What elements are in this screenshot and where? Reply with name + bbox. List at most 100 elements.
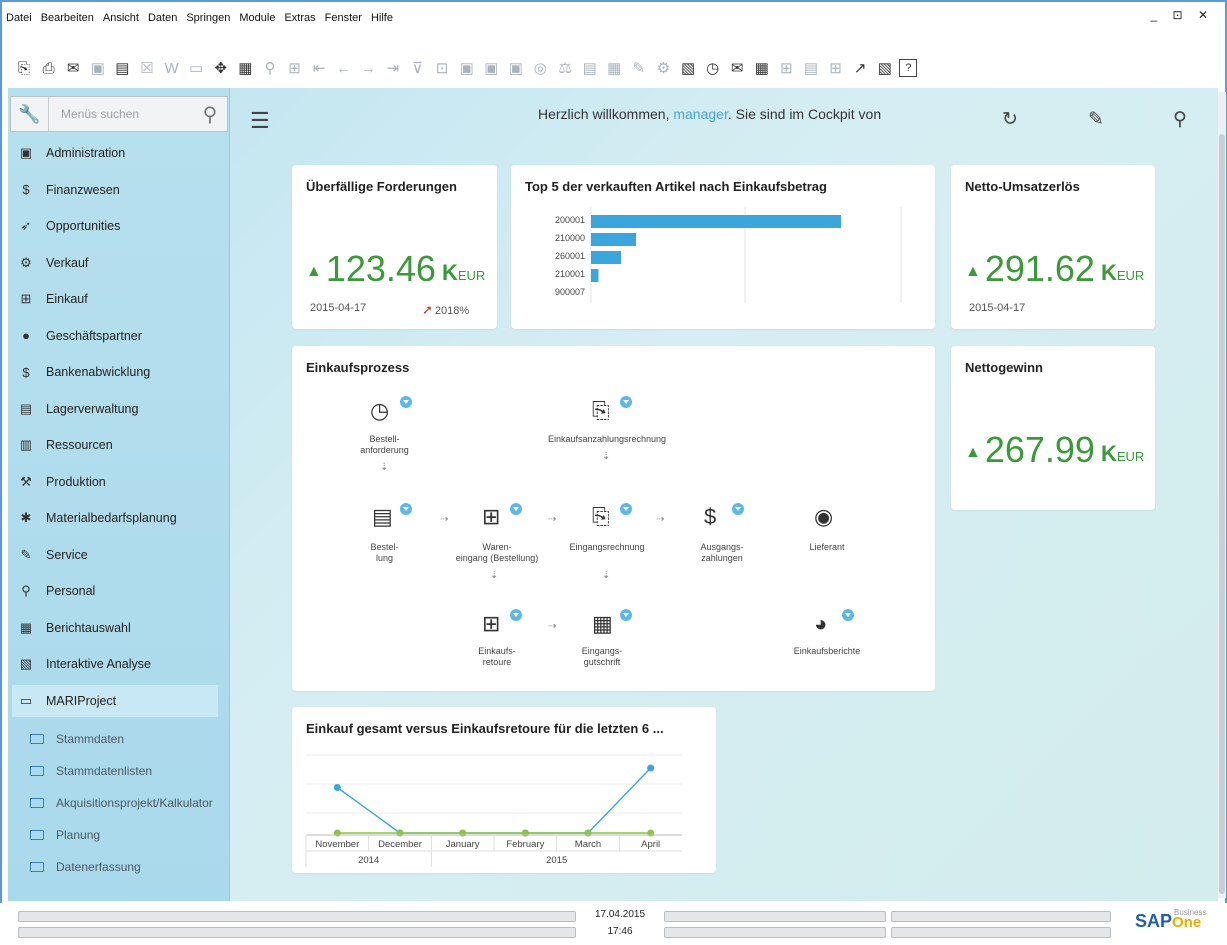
add-icon[interactable]: ⊞ xyxy=(285,58,305,78)
sidebar-item-produktion[interactable]: ⚒ Produktion xyxy=(12,466,218,498)
downpayment-invoice-icon[interactable]: ⎘ xyxy=(592,398,610,424)
node-downpayment-invoice[interactable]: Einkaufsanzahlungsrechnung xyxy=(532,434,682,445)
node-ap-invoice[interactable]: Eingangsrechnung xyxy=(552,542,662,553)
search-icon[interactable]: ⚲ xyxy=(193,102,227,127)
dropdown-badge-icon[interactable] xyxy=(620,396,632,408)
analysis-icon[interactable]: ▧ xyxy=(875,58,895,78)
alert-icon[interactable]: ◷ xyxy=(703,58,723,78)
form-settings-icon[interactable]: ▦ xyxy=(235,58,255,78)
window-controls[interactable]: _ ⊡ ✕ xyxy=(1151,8,1214,22)
refresh-icon[interactable]: ↻ xyxy=(1002,108,1018,131)
node-purchase-order[interactable]: Bestel-lung xyxy=(352,542,417,564)
sidebar-item-finanzwesen[interactable]: $ Finanzwesen xyxy=(12,174,218,206)
outgoing-payment-icon[interactable]: $ xyxy=(704,504,716,530)
vendor-person-icon[interactable]: ◉ xyxy=(814,504,833,530)
base-document-icon[interactable]: ▣ xyxy=(457,58,477,78)
chart-icon[interactable]: ↗ xyxy=(850,58,870,78)
card-net-sales[interactable]: Netto-Umsatzerlös ▲ 291.62 K EUR 2015-04… xyxy=(951,165,1155,329)
goods-return-cart-icon[interactable]: ⊞ xyxy=(482,611,500,637)
menu-daten[interactable]: Daten xyxy=(148,12,177,24)
pencil-icon[interactable]: ✎ xyxy=(1088,108,1104,131)
goods-receipt-cart-icon[interactable]: ⊞ xyxy=(482,504,500,530)
sidebar-item-einkauf[interactable]: ⊞ Einkauf xyxy=(12,283,218,315)
sidebar-item-mariproject[interactable]: ▭ MARIProject xyxy=(12,684,218,717)
sidebar-item-verkauf[interactable]: ⚙ Verkauf xyxy=(12,247,218,279)
help-icon[interactable]: ? xyxy=(899,59,918,77)
menu-hilfe[interactable]: Hilfe xyxy=(371,12,393,24)
sidebar-item-administration[interactable]: ▣ Administration xyxy=(12,137,218,169)
sidebar-item-ressourcen[interactable]: ▥ Ressourcen xyxy=(12,429,218,461)
purchase-order-icon[interactable]: ▤ xyxy=(372,504,393,530)
search-input[interactable]: Menüs suchen xyxy=(49,107,193,121)
move-icon[interactable]: ✥ xyxy=(211,58,231,78)
menu-extras[interactable]: Extras xyxy=(284,12,315,24)
org-chart-icon[interactable]: ⊞ xyxy=(776,58,796,78)
excel-icon[interactable]: ☒ xyxy=(137,58,157,78)
calculator-icon[interactable]: ▦ xyxy=(752,58,772,78)
card-overdue-receivables[interactable]: Überfällige Forderungen ▲ 123.46 K EUR 2… xyxy=(292,165,497,329)
sidebar-subitem-stammdatenlisten[interactable]: Stammdatenlisten xyxy=(30,757,152,785)
sidebar-item-materialbedarfsplanung[interactable]: ✱ Materialbedarfsplanung xyxy=(12,502,218,534)
credit-memo-icon[interactable]: ▦ xyxy=(592,611,613,637)
node-outgoing-payments[interactable]: Ausgangs-zahlungen xyxy=(677,542,767,564)
next-record-icon[interactable]: → xyxy=(358,58,378,78)
node-purchase-request[interactable]: Bestell-anforderung xyxy=(342,434,427,456)
sms-icon[interactable]: ▣ xyxy=(88,58,108,78)
sidebar-item-opportunities[interactable]: ➶ Opportunities xyxy=(12,210,218,242)
sidebar-item-berichtauswahl[interactable]: ▦ Berichtauswahl xyxy=(12,612,218,644)
dropdown-badge-icon[interactable] xyxy=(400,396,412,408)
target-document-icon[interactable]: ▣ xyxy=(481,58,501,78)
word-icon[interactable]: W xyxy=(162,58,182,78)
dropdown-badge-icon[interactable] xyxy=(400,503,412,515)
fax-icon[interactable]: ▤ xyxy=(112,58,132,78)
sidebar-item-gesch-ftspartner[interactable]: ● Geschäftspartner xyxy=(12,320,218,352)
sort-icon[interactable]: ⊡ xyxy=(432,58,452,78)
search-icon[interactable]: ⚲ xyxy=(1173,108,1187,131)
sidebar-item-service[interactable]: ✎ Service xyxy=(12,539,218,571)
print-icon[interactable]: ⎙ xyxy=(39,58,59,78)
dropdown-badge-icon[interactable] xyxy=(620,503,632,515)
scrollbar-thumb[interactable] xyxy=(1219,134,1225,894)
node-goods-return[interactable]: Einkaufs-retoure xyxy=(452,646,542,668)
pdf-icon[interactable]: ▭ xyxy=(186,58,206,78)
balance-icon[interactable]: ⚖ xyxy=(555,58,575,78)
previous-record-icon[interactable]: ← xyxy=(334,58,354,78)
dashboard-icon[interactable]: ⊞ xyxy=(826,58,846,78)
journal-icon[interactable]: ▤ xyxy=(580,58,600,78)
ap-invoice-icon[interactable]: ⎘ xyxy=(592,504,610,530)
dropdown-badge-icon[interactable] xyxy=(510,503,522,515)
filter-icon[interactable]: ⊽ xyxy=(408,58,428,78)
email-icon[interactable]: ✉ xyxy=(63,58,83,78)
sidebar-subitem-akquisitionsprojekt-kalkulator[interactable]: Akquisitionsprojekt/Kalkulator xyxy=(30,789,213,817)
last-record-icon[interactable]: ⇥ xyxy=(383,58,403,78)
menu-datei[interactable]: Datei xyxy=(6,12,32,24)
sidebar-subitem-planung[interactable]: Planung xyxy=(30,821,100,849)
wrench-icon[interactable]: 🔧 xyxy=(11,97,49,131)
menu-ansicht[interactable]: Ansicht xyxy=(103,12,139,24)
find-icon[interactable]: ⚲ xyxy=(260,58,280,78)
user-name-link[interactable]: manager xyxy=(673,106,727,122)
first-record-icon[interactable]: ⇤ xyxy=(309,58,329,78)
trans-journal-icon[interactable]: ▦ xyxy=(604,58,624,78)
card-net-profit[interactable]: Nettogewinn ▲ 267.99 K EUR xyxy=(951,346,1155,510)
dropdown-badge-icon[interactable] xyxy=(732,503,744,515)
sidebar-subitem-stammdaten[interactable]: Stammdaten xyxy=(30,725,124,753)
node-goods-receipt[interactable]: Waren-eingang (Bestellung) xyxy=(442,542,552,564)
dropdown-badge-icon[interactable] xyxy=(620,609,632,621)
node-vendor[interactable]: Lieferant xyxy=(787,542,867,553)
menu-bearbeiten[interactable]: Bearbeiten xyxy=(41,12,94,24)
sidebar-subitem-datenerfassung[interactable]: Datenerfassung xyxy=(30,853,141,881)
node-purchase-reports[interactable]: Einkaufsberichte xyxy=(777,646,877,657)
edit-icon[interactable]: ✎ xyxy=(629,58,649,78)
hamburger-menu-icon[interactable]: ☰ xyxy=(250,108,270,134)
purchase-request-icon[interactable]: ◷ xyxy=(370,398,389,424)
messages-icon[interactable]: ✉ xyxy=(727,58,747,78)
calendar-icon[interactable]: ▤ xyxy=(801,58,821,78)
settings-icon[interactable]: ⚙ xyxy=(653,58,673,78)
card-top5-articles[interactable]: Top 5 der verkauften Artikel nach Einkau… xyxy=(511,165,935,329)
pie-chart-icon[interactable]: ◕ xyxy=(814,611,827,637)
vertical-scrollbar[interactable] xyxy=(1218,92,1226,898)
sidebar-item-bankenabwicklung[interactable]: $ Bankenabwicklung xyxy=(12,356,218,388)
payment-icon[interactable]: ◎ xyxy=(530,58,550,78)
menu-springen[interactable]: Springen xyxy=(186,12,230,24)
